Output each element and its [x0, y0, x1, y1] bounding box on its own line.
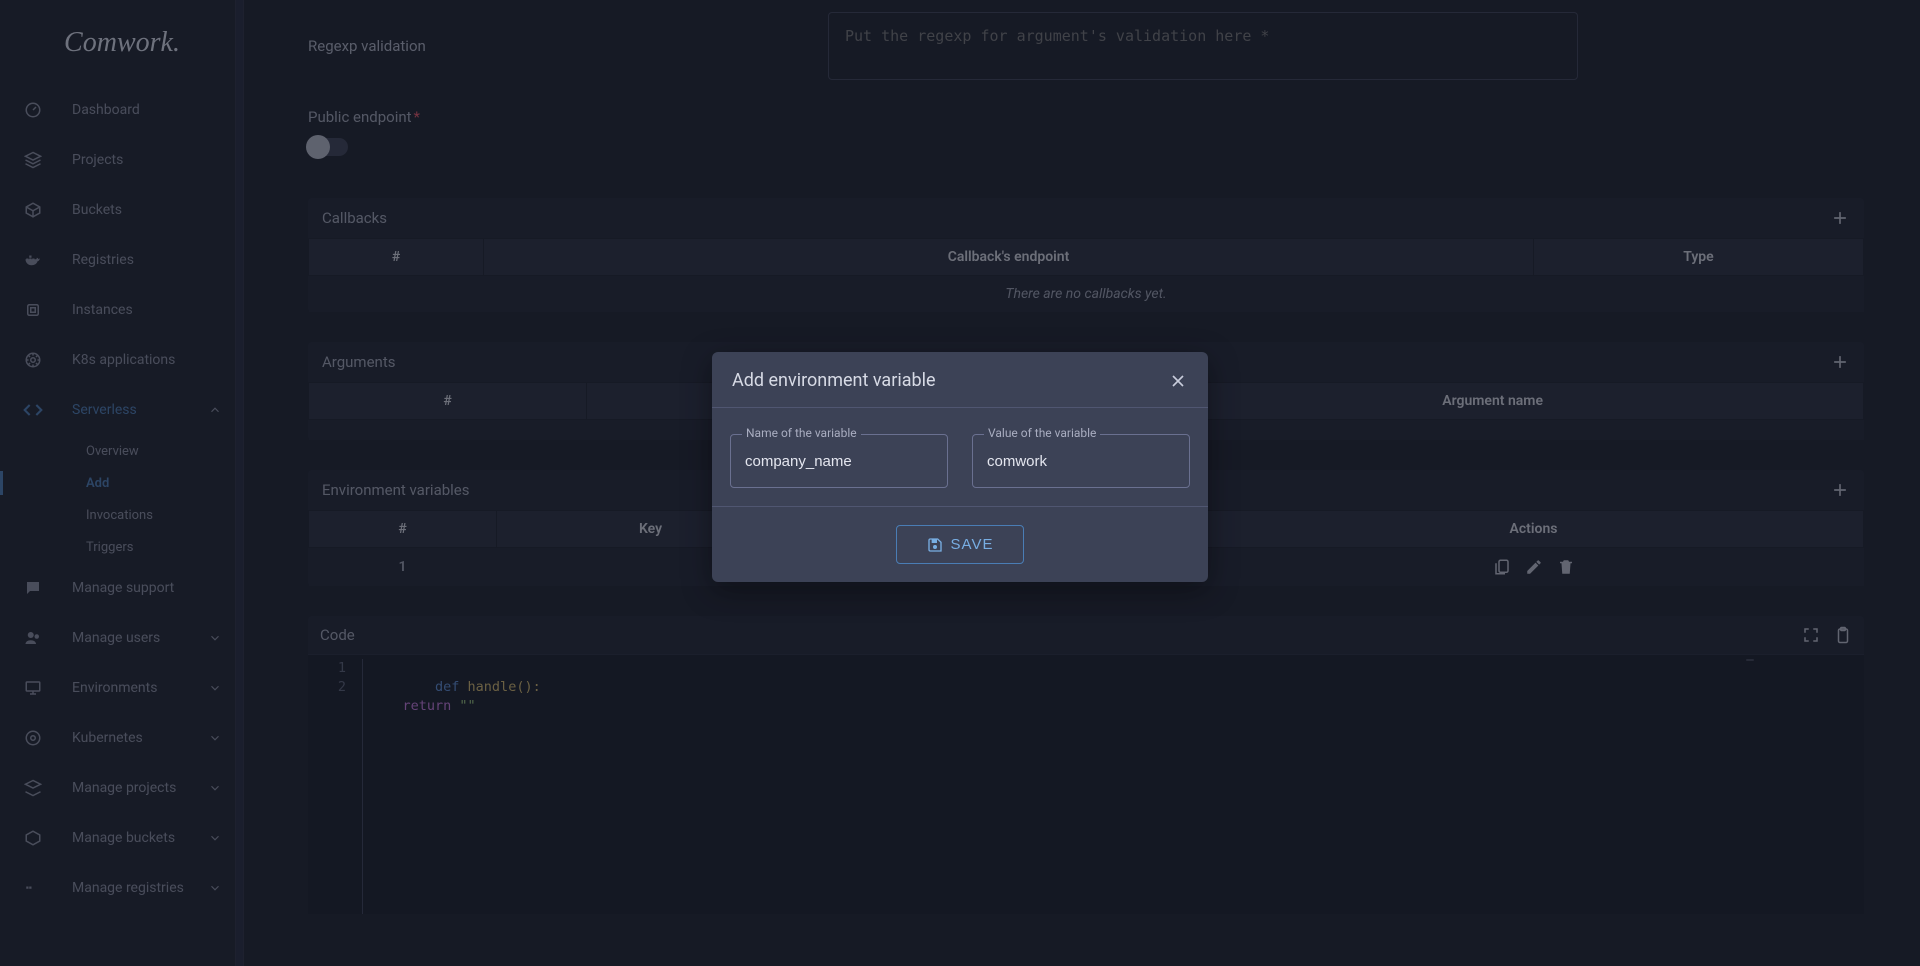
save-button-label: SAVE	[951, 536, 994, 553]
close-icon[interactable]	[1168, 371, 1188, 391]
save-button[interactable]: SAVE	[896, 525, 1025, 564]
modal-overlay[interactable]: Add environment variable Name of the var…	[0, 0, 1920, 966]
variable-value-input[interactable]	[972, 434, 1190, 488]
modal-title: Add environment variable	[732, 370, 936, 391]
add-env-var-modal: Add environment variable Name of the var…	[712, 352, 1208, 582]
save-disk-icon	[927, 537, 943, 553]
variable-value-field: Value of the variable	[972, 434, 1190, 488]
variable-value-label: Value of the variable	[984, 426, 1100, 440]
variable-name-input[interactable]	[730, 434, 948, 488]
variable-name-label: Name of the variable	[742, 426, 861, 440]
variable-name-field: Name of the variable	[730, 434, 948, 488]
